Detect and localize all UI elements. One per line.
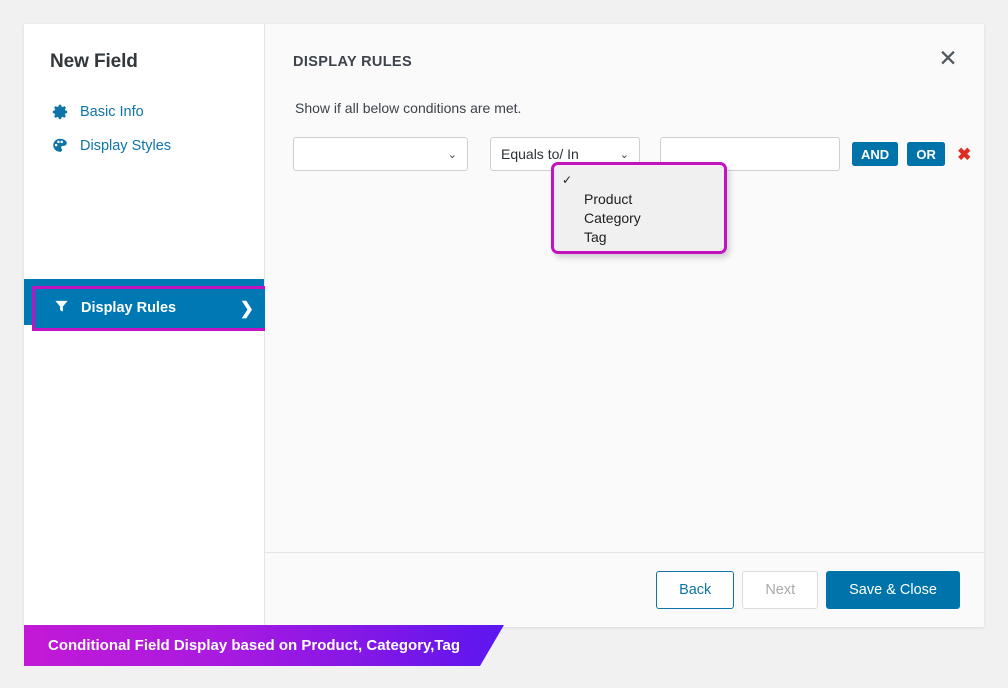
content-body: DISPLAY RULES ✕ Show if all below condit… (265, 24, 984, 552)
sidebar-title: New Field (50, 51, 138, 72)
dropdown-option-label: Tag (584, 228, 607, 245)
sidebar-item-display-rules[interactable]: Display Rules ❯ (32, 286, 273, 331)
dropdown-option-category[interactable]: Category (554, 208, 724, 227)
save-and-close-button[interactable]: Save & Close (826, 571, 960, 609)
sidebar-item-basic-info[interactable]: Basic Info (24, 95, 264, 129)
palette-icon (50, 136, 70, 156)
funnel-icon (53, 298, 70, 320)
sidebar-item-display-styles[interactable]: Display Styles (24, 129, 264, 163)
dropdown-option-label: Category (584, 209, 641, 226)
feature-ribbon-text: Conditional Field Display based on Produ… (48, 637, 460, 654)
add-and-condition-button[interactable]: AND (852, 142, 899, 166)
feature-ribbon-banner: Conditional Field Display based on Produ… (24, 625, 504, 666)
condition-source-select[interactable]: ⌄ (293, 137, 468, 171)
condition-operator-value: Equals to/ In (501, 146, 579, 162)
sidebar: New Field Basic Info Display Styles Disp… (24, 24, 273, 627)
add-or-condition-button[interactable]: OR (907, 142, 946, 166)
sidebar-item-label: Display Styles (80, 137, 172, 154)
dropdown-option-product[interactable]: Product (554, 189, 724, 208)
dropdown-option-label: Product (584, 190, 633, 207)
chevron-down-icon: ⌄ (447, 148, 457, 161)
modal-footer: Back Next Save & Close (265, 552, 984, 627)
check-icon: ✓ (562, 172, 573, 187)
content-panel: DISPLAY RULES ✕ Show if all below condit… (265, 24, 984, 627)
close-icon[interactable]: ✕ (933, 43, 963, 73)
page-title: DISPLAY RULES (293, 54, 412, 70)
dropdown-option-blank[interactable]: ✓ (554, 170, 724, 189)
sidebar-item-label: Display Rules (81, 300, 177, 317)
new-field-modal: New Field Basic Info Display Styles Disp… (24, 24, 984, 627)
condition-source-dropdown[interactable]: ✓ Product Category Tag (551, 162, 727, 254)
conditions-subtitle: Show if all below conditions are met. (295, 100, 522, 116)
gear-icon (50, 102, 70, 122)
chevron-down-icon: ⌄ (619, 148, 629, 161)
next-button: Next (742, 571, 819, 609)
back-button[interactable]: Back (656, 571, 735, 609)
sidebar-nav: Basic Info Display Styles Display Rules (24, 95, 273, 331)
chevron-right-icon: ❯ (239, 299, 254, 318)
sidebar-item-label: Basic Info (80, 103, 144, 120)
dropdown-option-tag[interactable]: Tag (554, 227, 724, 246)
remove-condition-icon[interactable]: ✖ (957, 146, 971, 163)
